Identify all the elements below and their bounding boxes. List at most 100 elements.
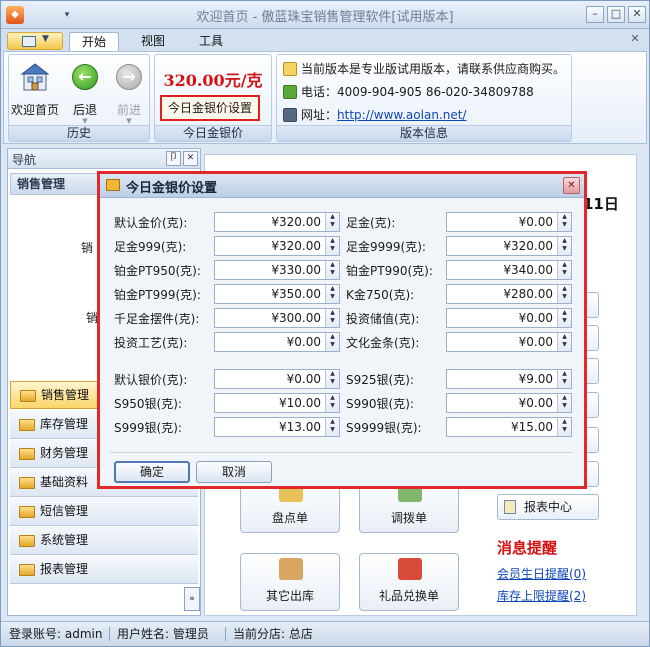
spin-button[interactable]: ▲ ▼ (325, 261, 339, 279)
confirm-button[interactable]: 确定 (114, 461, 190, 483)
nav-item-reports[interactable]: 报表管理 (10, 556, 198, 584)
website-link[interactable]: http://www.aolan.net/ (337, 108, 466, 122)
field-label: 投资工艺(克): (114, 336, 188, 350)
gold-999-input[interactable]: ¥320.00 ▲ ▼ (214, 236, 340, 256)
gold-9999-input[interactable]: ¥320.00 ▲ ▼ (446, 236, 572, 256)
cancel-button[interactable]: 取消 (196, 461, 272, 483)
silver-s9999-input[interactable]: ¥15.00 ▲ ▼ (446, 417, 572, 437)
arrow-right-icon: → (116, 64, 142, 90)
dialog-title-bar: 今日金银价设置 ✕ (100, 174, 584, 198)
spin-button[interactable]: ▲ ▼ (325, 237, 339, 255)
nav-function-label[interactable]: 销 (81, 239, 93, 256)
platinum-pt990-input[interactable]: ¥340.00 ▲ ▼ (446, 260, 572, 280)
close-nav-icon[interactable]: ✕ (183, 151, 198, 166)
pin-icon[interactable]: 卩 (166, 151, 181, 166)
window-title: 欢迎首页 - 傲蓝珠宝销售管理软件[试用版本] (196, 10, 454, 25)
field-value: ¥9.00 (518, 372, 553, 386)
nav-item-label: 报表管理 (40, 562, 89, 576)
spin-button[interactable]: ▲ ▼ (325, 285, 339, 303)
pure-gold-input[interactable]: ¥0.00 ▲ ▼ (446, 212, 572, 232)
field-value: ¥0.00 (518, 311, 553, 325)
tile-label: 其它出库 (265, 589, 314, 603)
spin-button[interactable]: ▲ ▼ (557, 237, 571, 255)
spin-button[interactable]: ▲ ▼ (557, 418, 571, 436)
forward-button[interactable]: → 前进 ▼ (105, 59, 153, 125)
spin-button[interactable]: ▲ ▼ (557, 370, 571, 388)
spin-button[interactable]: ▲ ▼ (557, 309, 571, 327)
field-value: ¥13.00 (279, 420, 321, 434)
field-label: 文化金条(克): (346, 336, 420, 350)
gold-price-group: 320.00元/克 今日金银价设置 今日金银价 (154, 54, 272, 142)
close-tab-icon[interactable]: ✕ (629, 33, 641, 45)
report-center-button[interactable]: 报表中心 (497, 494, 599, 520)
tab-tools[interactable]: 工具 (185, 32, 237, 51)
investment-savings-input[interactable]: ¥0.00 ▲ ▼ (446, 308, 572, 328)
field-value: ¥15.00 (511, 420, 553, 434)
k-gold-750-input[interactable]: ¥280.00 ▲ ▼ (446, 284, 572, 304)
tile-label: 礼品兑换单 (378, 589, 439, 603)
field-label: 铂金PT990(克): (346, 264, 433, 278)
investment-craft-input[interactable]: ¥0.00 ▲ ▼ (214, 332, 340, 352)
app-menu-button[interactable]: ▼ (7, 32, 63, 50)
nav-item-system[interactable]: 系统管理 (10, 527, 198, 555)
price-settings-button[interactable]: 今日金银价设置 (160, 95, 260, 121)
birthday-reminder-link[interactable]: 会员生日提醒(0) (497, 565, 586, 582)
default-gold-price-input[interactable]: ¥320.00 ▲ ▼ (214, 212, 340, 232)
field-label: 足金(克): (346, 216, 396, 230)
spin-button[interactable]: ▲ ▼ (325, 213, 339, 231)
other-outbound-tile[interactable]: 其它出库 (240, 553, 340, 611)
spin-button[interactable]: ▲ ▼ (325, 370, 339, 388)
spin-button[interactable]: ▲ ▼ (557, 333, 571, 351)
chevron-down-icon: ▼ (42, 34, 49, 44)
nav-item-label: 财务管理 (40, 446, 89, 460)
spin-button[interactable]: ▲ ▼ (325, 394, 339, 412)
field-value: ¥340.00 (503, 263, 553, 277)
default-silver-price-input[interactable]: ¥0.00 ▲ ▼ (214, 369, 340, 389)
tab-start[interactable]: 开始 (69, 32, 119, 51)
nav-expand-button[interactable]: » (184, 587, 200, 611)
silver-s950-input[interactable]: ¥10.00 ▲ ▼ (214, 393, 340, 413)
field-value: ¥0.00 (518, 215, 553, 229)
website-label: 网址： (301, 108, 338, 122)
tab-view[interactable]: 视图 (127, 32, 179, 51)
platinum-pt950-input[interactable]: ¥330.00 ▲ ▼ (214, 260, 340, 280)
spin-button[interactable]: ▲ ▼ (557, 394, 571, 412)
culture-gold-bar-input[interactable]: ¥0.00 ▲ ▼ (446, 332, 572, 352)
home-button[interactable]: 欢迎首页 (11, 59, 59, 125)
report-center-label: 报表中心 (523, 500, 572, 514)
dialog-icon (106, 179, 120, 191)
title-bar: ◆ ▾ 欢迎首页 - 傲蓝珠宝销售管理软件[试用版本] – □ ✕ (1, 1, 649, 29)
field-label: 足金999(克): (114, 240, 187, 254)
field-label: K金750(克): (346, 288, 415, 302)
phone-icon (283, 85, 297, 99)
spin-button[interactable]: ▲ ▼ (325, 418, 339, 436)
field-label: S950银(克): (114, 397, 182, 411)
spin-button[interactable]: ▲ ▼ (557, 261, 571, 279)
close-window-button[interactable]: ✕ (628, 6, 646, 23)
stock-limit-reminder-link[interactable]: 库存上限提醒(2) (497, 587, 586, 604)
spin-button[interactable]: ▲ ▼ (557, 285, 571, 303)
dialog-close-button[interactable]: ✕ (563, 177, 580, 194)
folder-icon (19, 419, 35, 431)
tile-label: 调拨单 (390, 511, 427, 525)
platinum-pt999-input[interactable]: ¥350.00 ▲ ▼ (214, 284, 340, 304)
maximize-button[interactable]: □ (607, 6, 625, 23)
silver-s925-input[interactable]: ¥9.00 ▲ ▼ (446, 369, 572, 389)
app-window: ◆ ▾ 欢迎首页 - 傲蓝珠宝销售管理软件[试用版本] – □ ✕ ▼ 开始 视… (0, 0, 650, 647)
date-display: 11日 (583, 195, 619, 213)
field-label: 投资储值(克): (346, 312, 420, 326)
field-label: 铂金PT950(克): (114, 264, 201, 278)
gold-ornament-input[interactable]: ¥300.00 ▲ ▼ (214, 308, 340, 328)
gift-exchange-tile[interactable]: 礼品兑换单 (359, 553, 459, 611)
folder-icon (19, 535, 35, 547)
spin-button[interactable]: ▲ ▼ (557, 213, 571, 231)
version-info-group: 当前版本是专业版试用版本，请联系供应商购买。 电话：4009-904-905 8… (276, 54, 572, 142)
silver-s990-input[interactable]: ¥0.00 ▲ ▼ (446, 393, 572, 413)
minimize-button[interactable]: – (586, 6, 604, 23)
silver-s999-input[interactable]: ¥13.00 ▲ ▼ (214, 417, 340, 437)
spin-button[interactable]: ▲ ▼ (325, 333, 339, 351)
spin-button[interactable]: ▲ ▼ (325, 309, 339, 327)
back-button[interactable]: ← 后退 ▼ (61, 59, 109, 125)
nav-item-sms[interactable]: 短信管理 (10, 498, 198, 526)
version-info-group-label: 版本信息 (277, 125, 571, 141)
